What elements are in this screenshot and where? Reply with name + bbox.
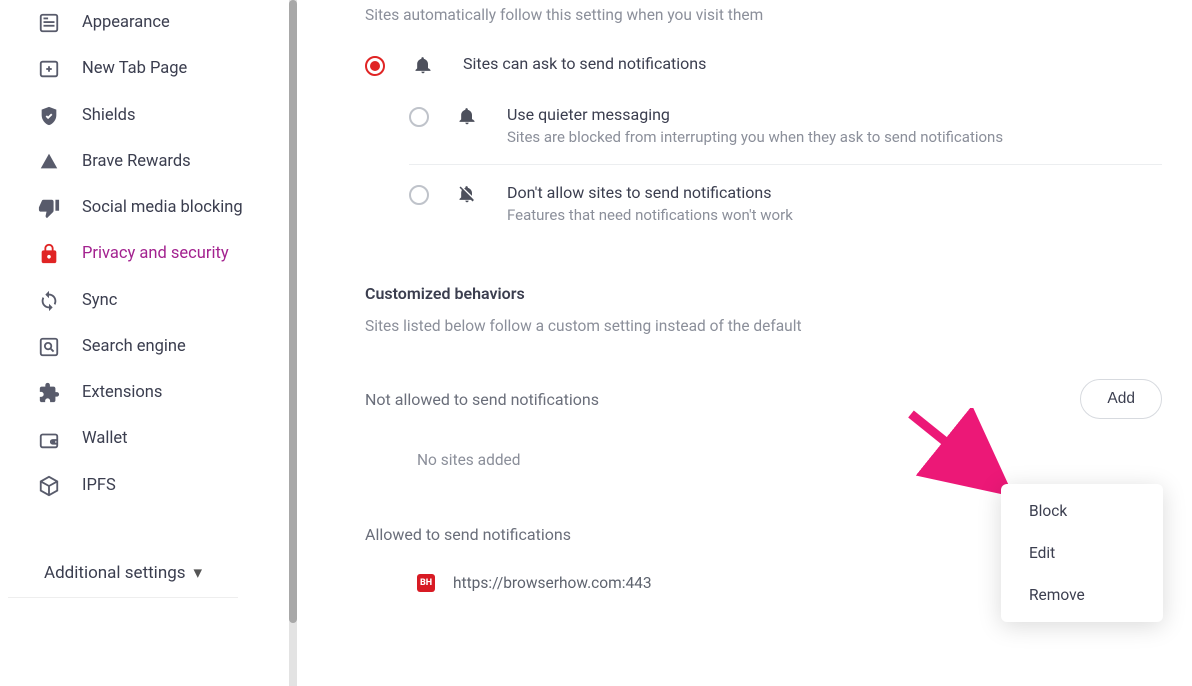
add-button[interactable]: Add	[1080, 379, 1162, 419]
sidebar-item-privacy[interactable]: Privacy and security	[6, 231, 289, 277]
default-behavior-desc: Sites automatically follow this setting …	[365, 6, 1162, 24]
context-item-edit[interactable]: Edit	[1001, 532, 1163, 574]
rewards-icon	[38, 151, 60, 173]
allowed-heading: Allowed to send notifications	[365, 525, 571, 544]
sidebar-item-searchengine[interactable]: Search engine	[6, 324, 289, 370]
bell-icon	[457, 106, 479, 130]
sidebar-item-sync[interactable]: Sync	[6, 278, 289, 324]
customized-heading: Customized behaviors	[365, 284, 1162, 303]
not-allowed-heading: Not allowed to send notifications	[365, 390, 599, 409]
bell-off-icon	[457, 184, 479, 208]
caret-down-icon: ▾	[193, 563, 202, 583]
context-item-block[interactable]: Block	[1001, 490, 1163, 532]
radio-icon	[365, 56, 385, 76]
thumbdown-icon	[38, 197, 60, 219]
sidebar-item-rewards[interactable]: Brave Rewards	[6, 139, 289, 185]
sidebar-item-label: Brave Rewards	[82, 151, 279, 173]
sidebar-item-label: Appearance	[82, 12, 279, 34]
sidebar-item-ipfs[interactable]: IPFS	[6, 463, 289, 509]
search-icon	[38, 336, 60, 358]
no-sites-text: No sites added	[417, 451, 1162, 469]
sidebar-item-label: Wallet	[82, 428, 279, 450]
radio-sub: Sites are blocked from interrupting you …	[507, 128, 1162, 146]
customized-sub: Sites listed below follow a custom setti…	[365, 317, 1162, 335]
radio-sub: Features that need notifications won't w…	[507, 206, 1162, 224]
site-context-menu: Block Edit Remove	[1001, 484, 1163, 622]
radio-icon	[409, 185, 429, 205]
extensions-icon	[38, 382, 60, 404]
sidebar-item-shields[interactable]: Shields	[6, 93, 289, 139]
wallet-icon	[38, 429, 60, 451]
sidebar-item-label: Privacy and security	[82, 243, 279, 265]
sidebar-item-extensions[interactable]: Extensions	[6, 370, 289, 416]
appearance-icon	[38, 12, 60, 34]
sidebar-item-socialblocking[interactable]: Social media blocking	[6, 185, 289, 231]
sidebar-item-label: Search engine	[82, 336, 279, 358]
bell-icon	[413, 55, 435, 79]
context-item-remove[interactable]: Remove	[1001, 574, 1163, 616]
radio-icon	[409, 107, 429, 127]
sidebar-item-label: Shields	[82, 105, 279, 127]
sidebar-item-newtab[interactable]: New Tab Page	[6, 46, 289, 92]
shield-icon	[38, 105, 60, 127]
sidebar-item-label: IPFS	[82, 475, 279, 497]
sidebar-item-label: New Tab Page	[82, 58, 279, 80]
settings-sidebar: Appearance New Tab Page Shields Brave Re…	[0, 0, 297, 686]
radio-title: Sites can ask to send notifications	[463, 54, 1162, 73]
sidebar-item-label: Social media blocking	[82, 197, 279, 219]
lock-icon	[38, 243, 60, 265]
additional-settings-label: Additional settings	[44, 563, 186, 583]
radio-option-dontallow[interactable]: Don't allow sites to send notifications …	[409, 164, 1162, 242]
sidebar-item-label: Extensions	[82, 382, 279, 404]
cube-icon	[38, 475, 60, 497]
site-favicon: BH	[417, 574, 435, 592]
sidebar-item-appearance[interactable]: Appearance	[6, 0, 289, 46]
sidebar-item-label: Sync	[82, 290, 279, 312]
radio-option-ask[interactable]: Sites can ask to send notifications	[365, 46, 1162, 97]
newtab-icon	[38, 58, 60, 80]
radio-option-quieter[interactable]: Use quieter messaging Sites are blocked …	[409, 97, 1162, 164]
sync-icon	[38, 290, 60, 312]
radio-title: Don't allow sites to send notifications	[507, 183, 1162, 202]
sidebar-item-wallet[interactable]: Wallet	[6, 416, 289, 462]
sidebar-scrollbar[interactable]	[289, 0, 297, 623]
radio-title: Use quieter messaging	[507, 105, 1162, 124]
additional-settings[interactable]: Additional settings ▾	[8, 549, 238, 598]
site-url: https://browserhow.com:443	[453, 574, 652, 592]
